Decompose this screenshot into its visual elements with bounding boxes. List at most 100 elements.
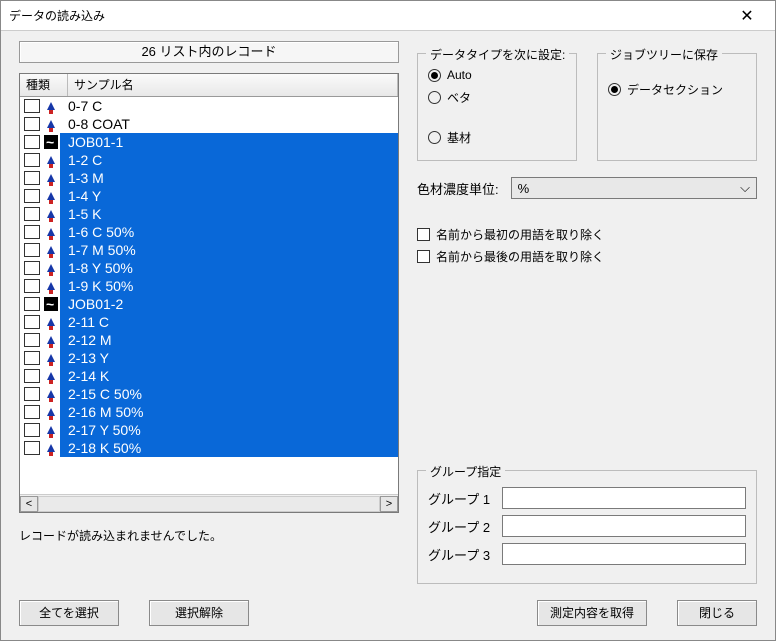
table-row[interactable]: 2-11 C [20, 313, 398, 331]
row-type-icon [42, 205, 60, 223]
row-checkbox[interactable] [24, 369, 40, 383]
row-type-icon [42, 331, 60, 349]
row-checkbox[interactable] [24, 297, 40, 311]
group-input[interactable] [502, 543, 746, 565]
sample-name: 2-11 C [60, 313, 398, 331]
group-input[interactable] [502, 515, 746, 537]
save-location-radio[interactable]: データセクション [608, 78, 746, 100]
row-type-icon [42, 421, 60, 439]
table-row[interactable]: 1-8 Y 50% [20, 259, 398, 277]
bottom-bar: 全てを選択 選択解除 測定内容を取得 閉じる [1, 594, 775, 640]
save-group: ジョブツリーに保存 データセクション [597, 53, 757, 161]
record-count-header: 26 リスト内のレコード [19, 41, 399, 63]
table-row[interactable]: 2-14 K [20, 367, 398, 385]
deselect-button[interactable]: 選択解除 [149, 600, 249, 626]
row-type-icon [42, 241, 60, 259]
row-checkbox[interactable] [24, 387, 40, 401]
row-checkbox[interactable] [24, 135, 40, 149]
row-checkbox[interactable] [24, 405, 40, 419]
group-legend: グループ指定 [426, 463, 505, 480]
row-checkbox[interactable] [24, 423, 40, 437]
table-row[interactable]: 1-9 K 50% [20, 277, 398, 295]
sample-name: 0-7 C [60, 97, 398, 115]
table-row[interactable]: 0-7 C [20, 97, 398, 115]
table-row[interactable]: 1-3 M [20, 169, 398, 187]
get-measurement-button[interactable]: 測定内容を取得 [537, 600, 647, 626]
scroll-track[interactable] [38, 496, 380, 512]
row-type-icon [42, 223, 60, 241]
sample-name: 2-13 Y [60, 349, 398, 367]
strip-last-checkbox[interactable]: 名前から最後の用語を取り除く [417, 245, 757, 267]
table-row[interactable]: 0-8 COAT [20, 115, 398, 133]
radio-label: 基材 [447, 129, 471, 146]
unit-dropdown[interactable]: % ⌵ [511, 177, 757, 199]
col-type-header[interactable]: 種類 [20, 74, 68, 96]
scroll-left-arrow-icon[interactable]: < [20, 496, 38, 512]
row-checkbox[interactable] [24, 243, 40, 257]
data-type-radio[interactable]: 基材 [428, 126, 566, 148]
row-checkbox[interactable] [24, 117, 40, 131]
row-type-icon [42, 385, 60, 403]
table-row[interactable]: 2-17 Y 50% [20, 421, 398, 439]
data-type-radio[interactable]: Auto [428, 64, 566, 86]
data-type-radio[interactable]: ベタ [428, 86, 566, 108]
row-type-icon [42, 349, 60, 367]
group-label: グループ 2 [428, 517, 492, 536]
data-type-group: データタイプを次に設定: Autoベタ基材 [417, 53, 577, 161]
unit-label: 色材濃度単位: [417, 179, 499, 198]
row-type-icon [42, 115, 60, 133]
row-checkbox[interactable] [24, 207, 40, 221]
table-row[interactable]: 1-6 C 50% [20, 223, 398, 241]
sample-name: 2-16 M 50% [60, 403, 398, 421]
table-row[interactable]: 2-12 M [20, 331, 398, 349]
group-input[interactable] [502, 487, 746, 509]
table-row[interactable]: 1-2 C [20, 151, 398, 169]
col-name-header[interactable]: サンプル名 [68, 74, 398, 96]
sample-name: 2-18 K 50% [60, 439, 398, 457]
close-icon[interactable]: ✕ [727, 2, 767, 30]
row-checkbox[interactable] [24, 279, 40, 293]
data-type-legend: データタイプを次に設定: [426, 46, 569, 63]
table-row[interactable]: 1-5 K [20, 205, 398, 223]
row-checkbox[interactable] [24, 261, 40, 275]
row-type-icon [42, 151, 60, 169]
close-button[interactable]: 閉じる [677, 600, 757, 626]
table-row[interactable]: JOB01-1 [20, 133, 398, 151]
table-row[interactable]: 2-15 C 50% [20, 385, 398, 403]
window-title: データの読み込み [9, 7, 105, 24]
table-row[interactable]: JOB01-2 [20, 295, 398, 313]
row-checkbox[interactable] [24, 441, 40, 455]
table-row[interactable]: 2-16 M 50% [20, 403, 398, 421]
row-checkbox[interactable] [24, 315, 40, 329]
row-checkbox[interactable] [24, 99, 40, 113]
horizontal-scrollbar[interactable]: < > [20, 494, 398, 512]
row-checkbox[interactable] [24, 153, 40, 167]
content: 26 リスト内のレコード 種類 サンプル名 0-7 C0-8 COATJOB01… [1, 31, 775, 594]
left-column: 26 リスト内のレコード 種類 サンプル名 0-7 C0-8 COATJOB01… [19, 41, 399, 588]
table-row[interactable]: 1-4 Y [20, 187, 398, 205]
dialog-window: データの読み込み ✕ 26 リスト内のレコード 種類 サンプル名 0-7 C0-… [0, 0, 776, 641]
row-type-icon [42, 133, 60, 151]
sample-name: 1-9 K 50% [60, 277, 398, 295]
sample-name: 1-4 Y [60, 187, 398, 205]
row-type-icon [42, 97, 60, 115]
table-row[interactable]: 2-18 K 50% [20, 439, 398, 457]
select-all-button[interactable]: 全てを選択 [19, 600, 119, 626]
row-type-icon [42, 439, 60, 457]
row-checkbox[interactable] [24, 171, 40, 185]
scroll-right-arrow-icon[interactable]: > [380, 496, 398, 512]
sample-name: JOB01-2 [60, 295, 398, 313]
radio-icon [428, 69, 441, 82]
table-row[interactable]: 2-13 Y [20, 349, 398, 367]
record-list: 種類 サンプル名 0-7 C0-8 COATJOB01-11-2 C1-3 M1… [19, 73, 399, 513]
row-checkbox[interactable] [24, 333, 40, 347]
row-checkbox[interactable] [24, 189, 40, 203]
row-checkbox[interactable] [24, 351, 40, 365]
table-row[interactable]: 1-7 M 50% [20, 241, 398, 259]
radio-label: Auto [447, 68, 472, 82]
row-type-icon [42, 295, 60, 313]
sample-name: 2-17 Y 50% [60, 421, 398, 439]
strip-first-checkbox[interactable]: 名前から最初の用語を取り除く [417, 223, 757, 245]
titlebar: データの読み込み ✕ [1, 1, 775, 31]
row-checkbox[interactable] [24, 225, 40, 239]
